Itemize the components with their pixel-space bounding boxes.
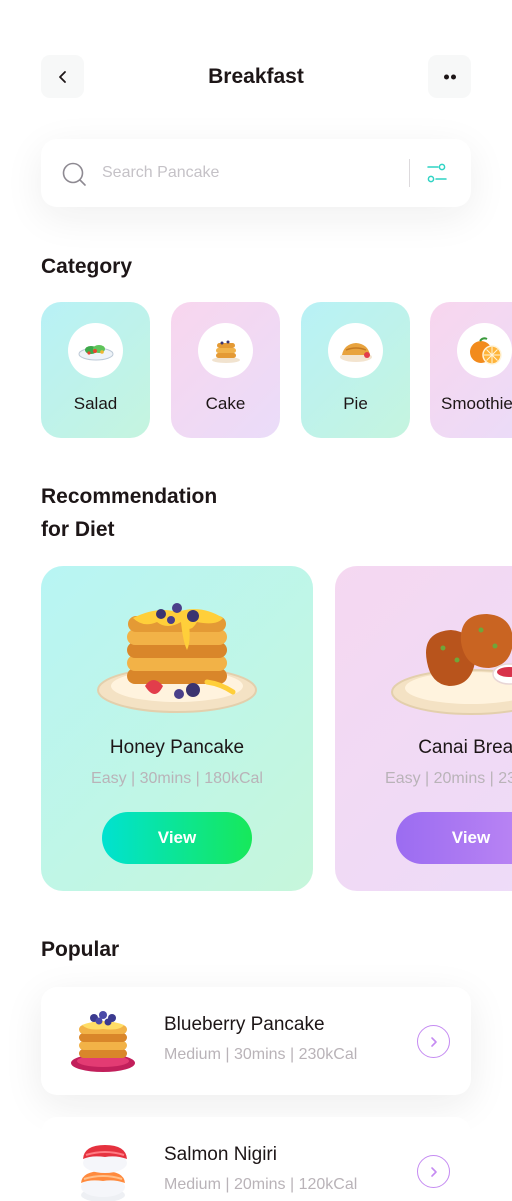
recommendation-name: Canai Bread: [418, 737, 512, 758]
category-icon-circle: [68, 323, 123, 378]
go-button[interactable]: [417, 1155, 450, 1188]
salmon-nigiri-image: [81, 1145, 127, 1201]
popular-item-name: Salmon Nigiri: [164, 1144, 277, 1165]
search-icon: [62, 162, 86, 186]
category-label: Salad: [73, 394, 118, 413]
chevron-right-icon: [430, 1036, 437, 1047]
popular-item-meta: Medium | 20mins | 120kCal: [164, 1176, 358, 1193]
search-divider: [409, 159, 410, 187]
recommendation-name: Honey Pancake: [109, 737, 245, 758]
popular-item-name: Blueberry Pancake: [164, 1014, 325, 1035]
popular-title: Popular: [41, 938, 120, 961]
recommendation-title-line1: Recommendation: [41, 485, 218, 508]
popular-item[interactable]: Salmon Nigiri Medium | 20mins | 120kCal: [41, 1117, 471, 1201]
recommendation-title-line2: for Diet: [41, 518, 115, 541]
canai-bread-image: [391, 614, 512, 715]
category-icon-circle: [198, 323, 253, 378]
more-button[interactable]: [428, 55, 471, 98]
recommendation-card[interactable]: Canai Bread Easy | 20mins | 230kCal View: [335, 566, 512, 891]
orange-icon: [469, 336, 502, 365]
category-label: Cake: [205, 394, 246, 413]
more-dots-icon: [443, 74, 456, 79]
category-card-cake[interactable]: Cake: [171, 302, 280, 438]
chevron-right-icon: [430, 1166, 437, 1177]
category-icon-circle: [457, 323, 512, 378]
recommendation-list: Honey Pancake Easy | 30mins | 180kCal Vi…: [41, 566, 512, 891]
category-list: Salad Cake Pie Smoothie: [41, 302, 512, 438]
salad-icon: [78, 344, 113, 360]
pie-icon: [339, 342, 372, 362]
view-button[interactable]: View: [396, 812, 512, 864]
category-label: Smoothies: [441, 394, 512, 413]
recommendation-meta: Easy | 30mins | 180kCal: [91, 770, 263, 787]
page-title: Breakfast: [208, 65, 304, 88]
recommendation-meta: Easy | 20mins | 230kCal: [385, 770, 512, 787]
category-icon-circle: [328, 323, 383, 378]
pancake-icon: [211, 340, 240, 363]
top-bar: Breakfast: [41, 55, 471, 98]
category-card-salad[interactable]: Salad: [41, 302, 150, 438]
popular-item-meta: Medium | 30mins | 230kCal: [164, 1046, 358, 1063]
go-button[interactable]: [417, 1025, 450, 1058]
recommendation-title: Recommendation for Diet: [41, 480, 217, 546]
popular-item[interactable]: Blueberry Pancake Medium | 30mins | 230k…: [41, 987, 471, 1095]
category-title: Category: [41, 255, 133, 278]
category-card-pie[interactable]: Pie: [301, 302, 410, 438]
search-input[interactable]: [102, 161, 402, 185]
blueberry-pancake-image: [71, 1011, 135, 1072]
recommendation-card[interactable]: Honey Pancake Easy | 30mins | 180kCal Vi…: [41, 566, 313, 891]
honey-pancake-image: [97, 603, 257, 713]
view-button[interactable]: View: [102, 812, 252, 864]
category-label: Pie: [343, 394, 368, 413]
category-card-smoothies[interactable]: Smoothies: [430, 302, 512, 438]
filter-icon[interactable]: [425, 161, 449, 185]
search-bar: [41, 139, 471, 207]
